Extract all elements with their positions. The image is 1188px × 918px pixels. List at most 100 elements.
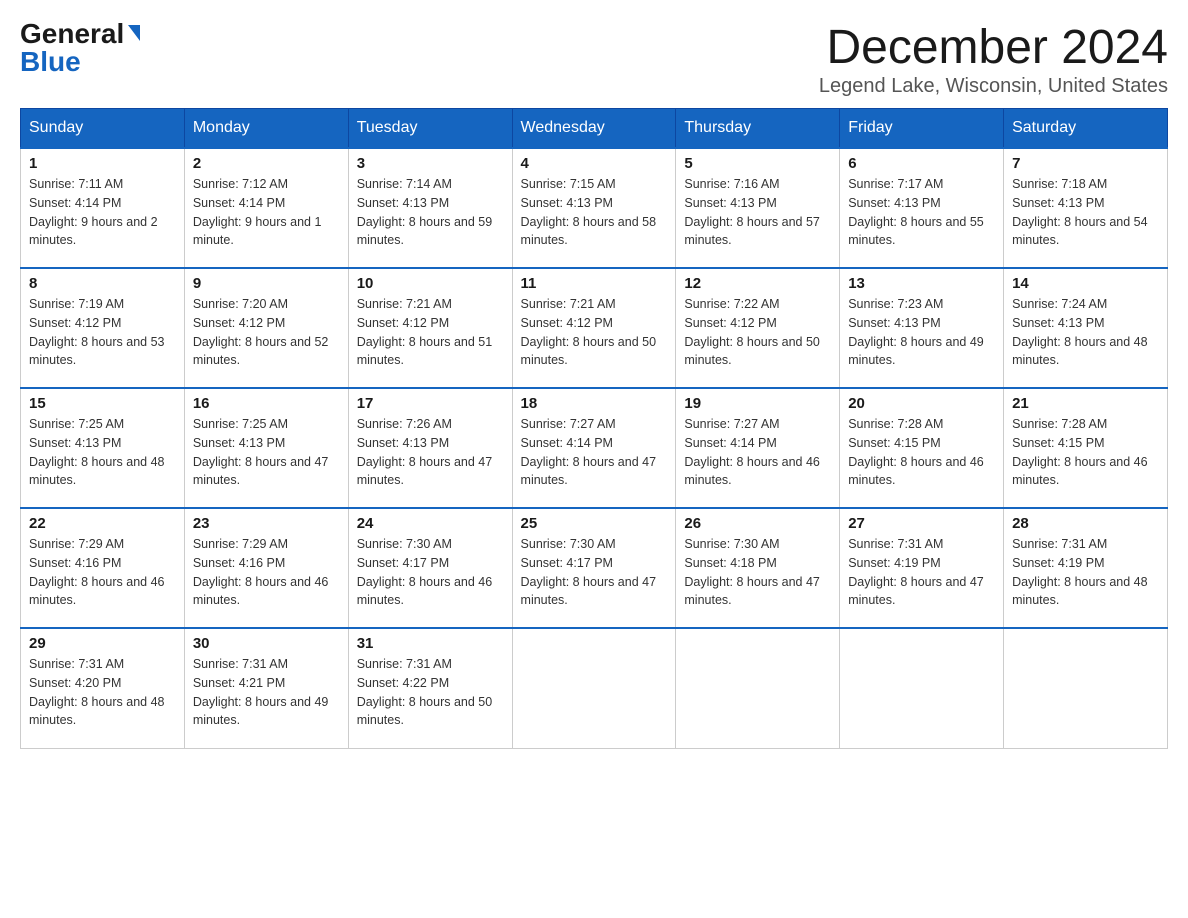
day-number: 24 [357, 515, 504, 532]
col-sunday: Sunday [21, 109, 185, 149]
day-info: Sunrise: 7:31 AMSunset: 4:20 PMDaylight:… [29, 657, 165, 727]
day-number: 2 [193, 155, 340, 172]
calendar-cell: 23 Sunrise: 7:29 AMSunset: 4:16 PMDaylig… [184, 508, 348, 628]
calendar-cell: 20 Sunrise: 7:28 AMSunset: 4:15 PMDaylig… [840, 388, 1004, 508]
calendar-cell: 2 Sunrise: 7:12 AMSunset: 4:14 PMDayligh… [184, 148, 348, 268]
calendar-cell: 17 Sunrise: 7:26 AMSunset: 4:13 PMDaylig… [348, 388, 512, 508]
day-number: 30 [193, 635, 340, 652]
calendar-cell: 10 Sunrise: 7:21 AMSunset: 4:12 PMDaylig… [348, 268, 512, 388]
calendar-cell: 18 Sunrise: 7:27 AMSunset: 4:14 PMDaylig… [512, 388, 676, 508]
day-number: 26 [684, 515, 831, 532]
col-tuesday: Tuesday [348, 109, 512, 149]
calendar-cell: 21 Sunrise: 7:28 AMSunset: 4:15 PMDaylig… [1004, 388, 1168, 508]
day-info: Sunrise: 7:30 AMSunset: 4:17 PMDaylight:… [521, 537, 657, 607]
day-info: Sunrise: 7:12 AMSunset: 4:14 PMDaylight:… [193, 177, 322, 247]
day-number: 20 [848, 395, 995, 412]
calendar-cell: 3 Sunrise: 7:14 AMSunset: 4:13 PMDayligh… [348, 148, 512, 268]
day-info: Sunrise: 7:16 AMSunset: 4:13 PMDaylight:… [684, 177, 820, 247]
day-number: 16 [193, 395, 340, 412]
day-number: 10 [357, 275, 504, 292]
calendar-cell: 19 Sunrise: 7:27 AMSunset: 4:14 PMDaylig… [676, 388, 840, 508]
month-title: December 2024 [819, 20, 1168, 75]
title-section: December 2024 Legend Lake, Wisconsin, Un… [819, 20, 1168, 98]
day-number: 21 [1012, 395, 1159, 412]
calendar-cell: 1 Sunrise: 7:11 AMSunset: 4:14 PMDayligh… [21, 148, 185, 268]
day-info: Sunrise: 7:25 AMSunset: 4:13 PMDaylight:… [193, 417, 329, 487]
col-monday: Monday [184, 109, 348, 149]
day-info: Sunrise: 7:21 AMSunset: 4:12 PMDaylight:… [357, 297, 493, 367]
day-info: Sunrise: 7:26 AMSunset: 4:13 PMDaylight:… [357, 417, 493, 487]
day-info: Sunrise: 7:22 AMSunset: 4:12 PMDaylight:… [684, 297, 820, 367]
calendar-cell: 30 Sunrise: 7:31 AMSunset: 4:21 PMDaylig… [184, 628, 348, 748]
day-info: Sunrise: 7:11 AMSunset: 4:14 PMDaylight:… [29, 177, 158, 247]
col-saturday: Saturday [1004, 109, 1168, 149]
day-info: Sunrise: 7:30 AMSunset: 4:17 PMDaylight:… [357, 537, 493, 607]
calendar-cell: 31 Sunrise: 7:31 AMSunset: 4:22 PMDaylig… [348, 628, 512, 748]
day-number: 15 [29, 395, 176, 412]
day-info: Sunrise: 7:31 AMSunset: 4:21 PMDaylight:… [193, 657, 329, 727]
day-number: 11 [521, 275, 668, 292]
day-number: 25 [521, 515, 668, 532]
day-number: 14 [1012, 275, 1159, 292]
calendar-cell: 29 Sunrise: 7:31 AMSunset: 4:20 PMDaylig… [21, 628, 185, 748]
calendar-cell: 6 Sunrise: 7:17 AMSunset: 4:13 PMDayligh… [840, 148, 1004, 268]
calendar-cell [1004, 628, 1168, 748]
calendar-cell: 5 Sunrise: 7:16 AMSunset: 4:13 PMDayligh… [676, 148, 840, 268]
calendar-week-row-4: 22 Sunrise: 7:29 AMSunset: 4:16 PMDaylig… [21, 508, 1168, 628]
calendar-cell: 15 Sunrise: 7:25 AMSunset: 4:13 PMDaylig… [21, 388, 185, 508]
day-info: Sunrise: 7:24 AMSunset: 4:13 PMDaylight:… [1012, 297, 1148, 367]
day-number: 13 [848, 275, 995, 292]
day-info: Sunrise: 7:15 AMSunset: 4:13 PMDaylight:… [521, 177, 657, 247]
calendar-table: Sunday Monday Tuesday Wednesday Thursday… [20, 108, 1168, 749]
day-info: Sunrise: 7:30 AMSunset: 4:18 PMDaylight:… [684, 537, 820, 607]
day-info: Sunrise: 7:21 AMSunset: 4:12 PMDaylight:… [521, 297, 657, 367]
calendar-cell: 27 Sunrise: 7:31 AMSunset: 4:19 PMDaylig… [840, 508, 1004, 628]
calendar-cell [840, 628, 1004, 748]
calendar-cell: 26 Sunrise: 7:30 AMSunset: 4:18 PMDaylig… [676, 508, 840, 628]
calendar-cell: 14 Sunrise: 7:24 AMSunset: 4:13 PMDaylig… [1004, 268, 1168, 388]
day-info: Sunrise: 7:19 AMSunset: 4:12 PMDaylight:… [29, 297, 165, 367]
calendar-cell [512, 628, 676, 748]
day-info: Sunrise: 7:20 AMSunset: 4:12 PMDaylight:… [193, 297, 329, 367]
logo-general-text: General [20, 20, 124, 48]
day-number: 4 [521, 155, 668, 172]
day-info: Sunrise: 7:31 AMSunset: 4:19 PMDaylight:… [1012, 537, 1148, 607]
calendar-week-row-5: 29 Sunrise: 7:31 AMSunset: 4:20 PMDaylig… [21, 628, 1168, 748]
day-number: 31 [357, 635, 504, 652]
day-info: Sunrise: 7:18 AMSunset: 4:13 PMDaylight:… [1012, 177, 1148, 247]
day-number: 1 [29, 155, 176, 172]
calendar-cell: 11 Sunrise: 7:21 AMSunset: 4:12 PMDaylig… [512, 268, 676, 388]
logo: General Blue [20, 20, 140, 76]
day-number: 17 [357, 395, 504, 412]
day-number: 19 [684, 395, 831, 412]
day-number: 7 [1012, 155, 1159, 172]
day-info: Sunrise: 7:29 AMSunset: 4:16 PMDaylight:… [29, 537, 165, 607]
calendar-header-row: Sunday Monday Tuesday Wednesday Thursday… [21, 109, 1168, 149]
day-info: Sunrise: 7:31 AMSunset: 4:19 PMDaylight:… [848, 537, 984, 607]
calendar-cell: 22 Sunrise: 7:29 AMSunset: 4:16 PMDaylig… [21, 508, 185, 628]
day-number: 23 [193, 515, 340, 532]
day-info: Sunrise: 7:27 AMSunset: 4:14 PMDaylight:… [684, 417, 820, 487]
day-number: 9 [193, 275, 340, 292]
calendar-cell: 12 Sunrise: 7:22 AMSunset: 4:12 PMDaylig… [676, 268, 840, 388]
day-info: Sunrise: 7:23 AMSunset: 4:13 PMDaylight:… [848, 297, 984, 367]
day-number: 12 [684, 275, 831, 292]
calendar-cell: 28 Sunrise: 7:31 AMSunset: 4:19 PMDaylig… [1004, 508, 1168, 628]
calendar-cell: 4 Sunrise: 7:15 AMSunset: 4:13 PMDayligh… [512, 148, 676, 268]
calendar-cell: 8 Sunrise: 7:19 AMSunset: 4:12 PMDayligh… [21, 268, 185, 388]
day-info: Sunrise: 7:28 AMSunset: 4:15 PMDaylight:… [848, 417, 984, 487]
day-number: 8 [29, 275, 176, 292]
day-info: Sunrise: 7:28 AMSunset: 4:15 PMDaylight:… [1012, 417, 1148, 487]
day-info: Sunrise: 7:17 AMSunset: 4:13 PMDaylight:… [848, 177, 984, 247]
day-info: Sunrise: 7:27 AMSunset: 4:14 PMDaylight:… [521, 417, 657, 487]
calendar-cell: 24 Sunrise: 7:30 AMSunset: 4:17 PMDaylig… [348, 508, 512, 628]
col-friday: Friday [840, 109, 1004, 149]
day-info: Sunrise: 7:25 AMSunset: 4:13 PMDaylight:… [29, 417, 165, 487]
day-number: 28 [1012, 515, 1159, 532]
calendar-week-row-3: 15 Sunrise: 7:25 AMSunset: 4:13 PMDaylig… [21, 388, 1168, 508]
col-wednesday: Wednesday [512, 109, 676, 149]
calendar-week-row-2: 8 Sunrise: 7:19 AMSunset: 4:12 PMDayligh… [21, 268, 1168, 388]
logo-blue-text: Blue [20, 48, 81, 76]
day-number: 6 [848, 155, 995, 172]
day-number: 3 [357, 155, 504, 172]
